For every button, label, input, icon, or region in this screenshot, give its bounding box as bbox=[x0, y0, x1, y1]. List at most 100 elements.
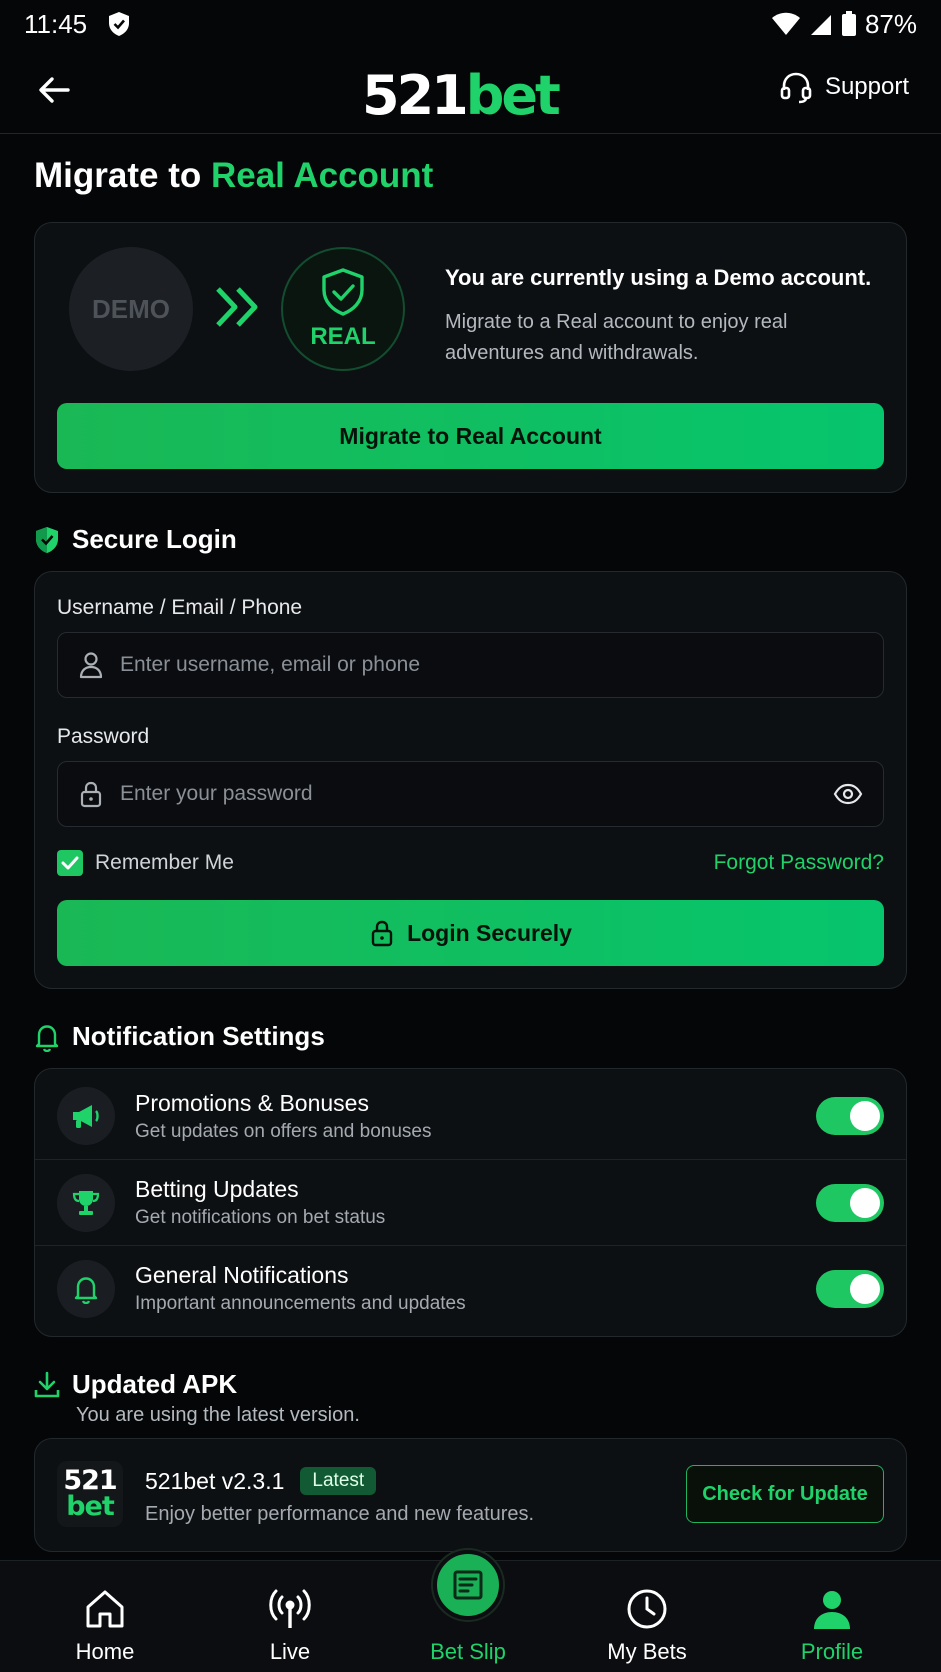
nav-label: Bet Slip bbox=[430, 1639, 506, 1664]
real-label: REAL bbox=[310, 323, 376, 350]
apk-version-row: 521bet v2.3.1 Latest bbox=[145, 1467, 377, 1495]
trophy-icon bbox=[57, 1173, 115, 1232]
app-logo-word: bet bbox=[66, 1491, 115, 1522]
page-title-prefix: Migrate to bbox=[34, 156, 202, 195]
promotions-toggle[interactable] bbox=[816, 1097, 884, 1135]
migrate-button-label: Migrate to Real Account bbox=[339, 422, 602, 449]
megaphone-icon bbox=[57, 1087, 115, 1145]
check-icon bbox=[61, 856, 79, 870]
wifi-icon bbox=[771, 12, 801, 36]
notification-settings-heading: Notification Settings bbox=[34, 1021, 325, 1052]
general-notifications-toggle[interactable] bbox=[816, 1269, 884, 1308]
lock-icon bbox=[80, 781, 102, 808]
shield-icon bbox=[107, 11, 131, 37]
latest-badge: Latest bbox=[300, 1467, 377, 1495]
notification-card: Promotions & Bonuses Get updates on offe… bbox=[34, 1068, 907, 1337]
user-icon bbox=[79, 652, 103, 679]
secure-login-heading: Secure Login bbox=[34, 524, 237, 555]
apk-version: 521bet v2.3.1 bbox=[145, 1467, 285, 1494]
double-chevron-right-icon bbox=[213, 285, 263, 329]
user-icon bbox=[810, 1575, 854, 1631]
logo-word: bet bbox=[465, 64, 561, 127]
notification-row-general: General Notifications Important announce… bbox=[35, 1245, 906, 1331]
check-update-button[interactable]: Check for Update bbox=[686, 1465, 884, 1523]
notification-title: General Notifications bbox=[135, 1262, 349, 1288]
notification-subtitle: Get notifications on bet status bbox=[135, 1207, 386, 1228]
notification-text: Betting Updates Get notifications on bet… bbox=[135, 1176, 816, 1229]
migrate-card: DEMO REAL You are currently using a Demo… bbox=[34, 222, 907, 493]
page-title-highlight: Real Account bbox=[210, 156, 434, 195]
eye-icon[interactable] bbox=[833, 783, 863, 805]
app-header: 521bet Support bbox=[0, 48, 941, 134]
check-update-label: Check for Update bbox=[702, 1482, 868, 1505]
migrate-button[interactable]: Migrate to Real Account bbox=[57, 403, 884, 469]
status-bar: 11:45 87% bbox=[0, 0, 941, 48]
migrate-info: You are currently using a Demo account. … bbox=[445, 265, 885, 369]
page-title: Migrate to Real Account bbox=[34, 156, 433, 196]
broadcast-icon bbox=[265, 1575, 315, 1631]
home-icon bbox=[83, 1575, 127, 1631]
notification-settings-title: Notification Settings bbox=[72, 1021, 325, 1051]
password-label: Password bbox=[57, 725, 150, 748]
demo-label: DEMO bbox=[92, 293, 170, 324]
notification-text: General Notifications Important announce… bbox=[135, 1262, 816, 1315]
apk-description: Enjoy better performance and new feature… bbox=[145, 1503, 535, 1525]
real-badge: REAL bbox=[281, 247, 405, 371]
updated-apk-heading: Updated APK bbox=[34, 1369, 237, 1400]
login-button-label: Login Securely bbox=[407, 919, 572, 946]
notification-title: Promotions & Bonuses bbox=[135, 1089, 369, 1116]
login-button[interactable]: Login Securely bbox=[57, 900, 884, 966]
username-field[interactable] bbox=[57, 632, 884, 698]
username-label: Username / Email / Phone bbox=[57, 596, 303, 619]
clock-icon bbox=[625, 1575, 669, 1631]
notification-title: Betting Updates bbox=[135, 1176, 299, 1202]
demo-badge: DEMO bbox=[69, 247, 193, 371]
bet-slip-icon bbox=[453, 1570, 483, 1600]
betting-updates-toggle[interactable] bbox=[816, 1183, 884, 1222]
updated-apk-title: Updated APK bbox=[72, 1369, 238, 1399]
nav-label: Home bbox=[75, 1639, 135, 1664]
notification-row-betting: Betting Updates Get notifications on bet… bbox=[35, 1159, 906, 1245]
username-input[interactable] bbox=[120, 653, 863, 677]
nav-label: Profile bbox=[800, 1639, 864, 1664]
remember-me[interactable]: Remember Me bbox=[57, 850, 234, 876]
updated-apk-subtitle: You are using the latest version. bbox=[76, 1404, 360, 1426]
bet-slip-button[interactable] bbox=[433, 1550, 503, 1620]
signal-icon bbox=[809, 12, 833, 36]
nav-profile[interactable]: Profile bbox=[782, 1561, 882, 1672]
bell-icon bbox=[35, 1024, 59, 1052]
back-button[interactable] bbox=[34, 70, 74, 110]
migrate-heading: You are currently using a Demo account. bbox=[445, 265, 872, 290]
nav-my-bets[interactable]: My Bets bbox=[597, 1561, 697, 1672]
logo-number: 521 bbox=[362, 64, 469, 127]
migrate-description: Migrate to a Real account to enjoy real … bbox=[445, 311, 788, 364]
status-right: 87% bbox=[771, 9, 917, 40]
notification-subtitle: Get updates on offers and bonuses bbox=[135, 1120, 432, 1142]
nav-live[interactable]: Live bbox=[240, 1561, 340, 1672]
notification-row-promotions: Promotions & Bonuses Get updates on offe… bbox=[35, 1073, 906, 1159]
remember-checkbox[interactable] bbox=[57, 850, 83, 876]
lock-icon bbox=[371, 920, 393, 947]
support-label: Support bbox=[824, 73, 909, 100]
bell-icon bbox=[57, 1259, 115, 1318]
battery-percent: 87% bbox=[864, 8, 917, 39]
nav-label: My Bets bbox=[607, 1639, 687, 1664]
password-field[interactable] bbox=[57, 761, 884, 827]
support-button[interactable]: Support bbox=[779, 70, 909, 104]
nav-home[interactable]: Home bbox=[55, 1561, 155, 1672]
shield-icon bbox=[36, 526, 58, 553]
toggle-knob bbox=[850, 1101, 880, 1131]
forgot-password-link[interactable]: Forgot Password? bbox=[714, 851, 884, 875]
arrow-left-icon bbox=[39, 77, 70, 103]
battery-icon bbox=[841, 11, 857, 37]
secure-login-title: Secure Login bbox=[72, 524, 237, 554]
brand-logo: 521bet bbox=[362, 64, 561, 127]
remember-label: Remember Me bbox=[95, 851, 234, 874]
status-time: 11:45 bbox=[24, 8, 88, 39]
app-logo: 521 bet bbox=[57, 1461, 123, 1527]
toggle-knob bbox=[850, 1187, 880, 1218]
headset-icon bbox=[780, 72, 812, 104]
password-input[interactable] bbox=[120, 782, 833, 806]
nav-label: Live bbox=[269, 1639, 311, 1664]
notification-subtitle: Important announcements and updates bbox=[135, 1293, 466, 1314]
